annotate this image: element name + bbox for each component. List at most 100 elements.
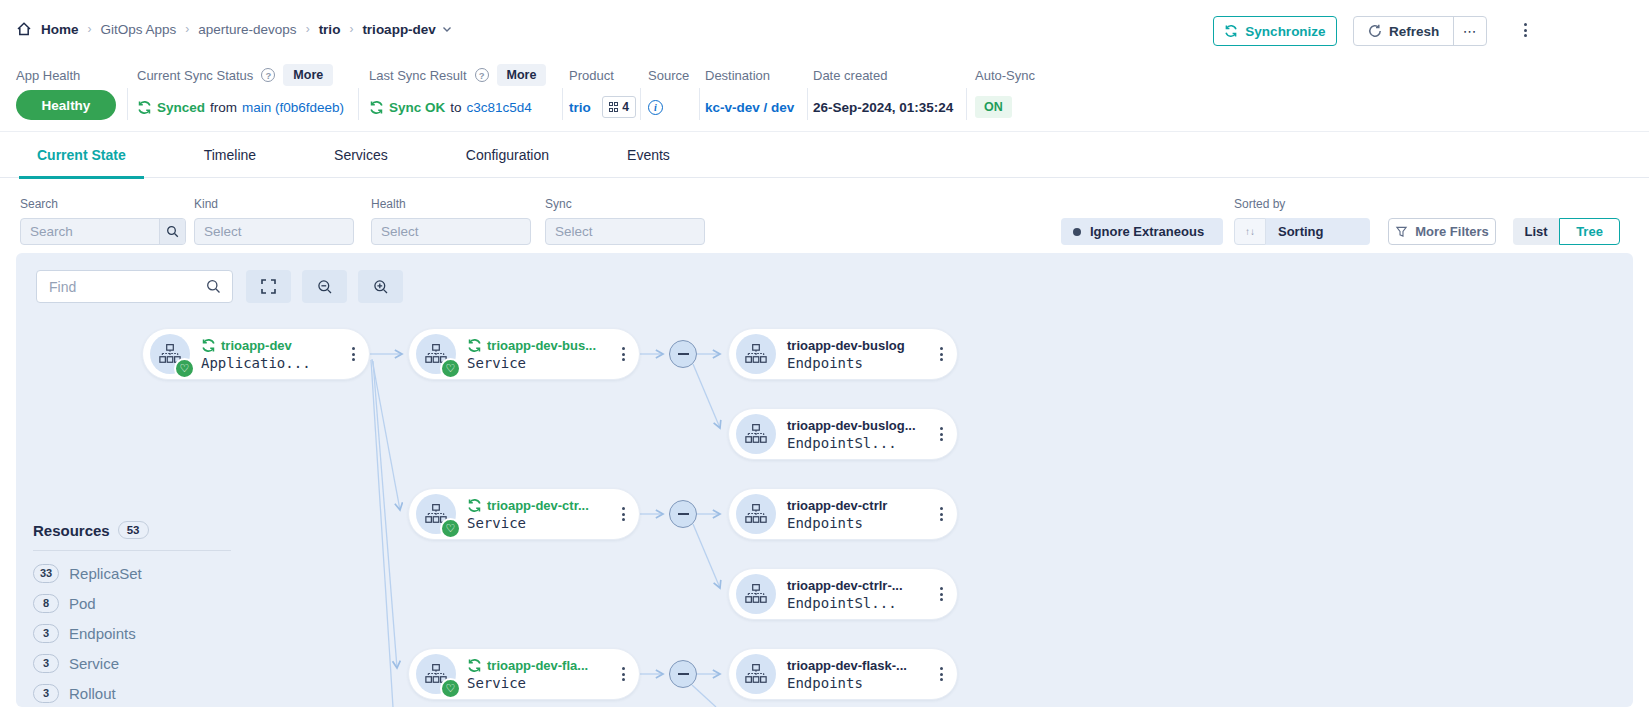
tab-events[interactable]: Events — [609, 131, 688, 178]
last-sync-commit-link[interactable]: c3c81c5d4 — [467, 100, 532, 115]
resource-kind-label: Rollout — [69, 685, 116, 702]
node-kind: Endpoints — [787, 515, 932, 531]
breadcrumb-project[interactable]: aperture-devops — [198, 22, 296, 37]
refresh-button[interactable]: Refresh ⋯ — [1353, 16, 1487, 46]
node-menu-button[interactable] — [940, 347, 943, 361]
synchronize-button[interactable]: Synchronize — [1213, 16, 1337, 46]
resource-kind-item[interactable]: 3Service — [33, 648, 248, 678]
breadcrumb-app-group[interactable]: trio — [319, 22, 341, 37]
view-toggle: List Tree — [1513, 218, 1620, 245]
divider — [807, 88, 808, 120]
kubernetes-resource-icon — [736, 414, 776, 454]
sync-select[interactable]: Select — [545, 218, 705, 245]
chevron-down-icon[interactable] — [442, 26, 452, 33]
tree-node-l1[interactable]: trioapp-dev-buslogEndpoints — [728, 328, 958, 380]
resource-kind-item[interactable]: 3Rollout — [33, 678, 248, 707]
kind-select[interactable]: Select — [194, 218, 354, 245]
resources-total-badge: 53 — [118, 521, 149, 539]
collapse-node-button[interactable] — [669, 340, 697, 368]
sync-icon — [467, 498, 482, 513]
fullscreen-button[interactable] — [246, 270, 291, 303]
node-menu-button[interactable] — [940, 587, 943, 601]
tree-node-root[interactable]: ♡trioapp-devApplicatio... — [142, 328, 370, 380]
search-input[interactable]: Search — [20, 218, 186, 245]
help-icon[interactable]: ? — [475, 68, 489, 82]
more-filters-button[interactable]: More Filters — [1388, 218, 1496, 245]
tab-current-state[interactable]: Current State — [19, 131, 144, 178]
sync-icon — [201, 338, 216, 353]
healthy-heart-badge: ♡ — [440, 678, 461, 699]
product-link[interactable]: trio — [569, 100, 591, 115]
view-list-button[interactable]: List — [1513, 218, 1559, 245]
node-menu-button[interactable] — [622, 347, 625, 361]
node-name: trioapp-dev-ctrlr-... — [787, 578, 903, 593]
node-menu-button[interactable] — [940, 667, 943, 681]
node-name: trioapp-dev-ctr... — [487, 498, 589, 513]
healthy-heart-badge: ♡ — [440, 518, 461, 539]
tree-node-l2[interactable]: trioapp-dev-buslog... EndpointSl... — [728, 408, 958, 460]
breadcrumb-separator: › — [185, 22, 189, 36]
app-health-status-badge: Healthy — [16, 90, 116, 120]
page-menu-button[interactable] — [1524, 23, 1527, 37]
current-sync-status-label: Current Sync Status — [137, 68, 253, 83]
kubernetes-resource-icon — [736, 334, 776, 374]
zoom-out-button[interactable] — [302, 270, 347, 303]
destination-link[interactable]: kc-v-dev / dev — [705, 100, 794, 115]
breadcrumb-home[interactable]: Home — [41, 22, 79, 37]
collapse-node-button[interactable] — [669, 500, 697, 528]
sort-direction-icon[interactable]: ↑↓ — [1234, 218, 1266, 245]
sorting-control[interactable]: ↑↓ Sorting — [1234, 218, 1370, 245]
tree-node-s3[interactable]: ♡trioapp-dev-fla...Service — [408, 648, 640, 700]
view-tree-button[interactable]: Tree — [1559, 218, 1620, 245]
refresh-more-button[interactable]: ⋯ — [1453, 17, 1486, 45]
tree-node-l4[interactable]: trioapp-dev-ctrlr-...EndpointSl... — [728, 568, 958, 620]
sorting-select[interactable]: Sorting — [1266, 218, 1370, 245]
tree-node-s1[interactable]: ♡trioapp-dev-bus...Service — [408, 328, 640, 380]
sync-status-more-button[interactable]: More — [283, 64, 333, 86]
divider — [33, 550, 231, 551]
node-kind: Applicatio... — [201, 355, 344, 371]
last-sync-more-button[interactable]: More — [497, 64, 547, 86]
find-input[interactable]: Find — [36, 270, 233, 303]
resource-count-badge: 3 — [33, 654, 59, 673]
resource-kind-item[interactable]: 8Pod — [33, 588, 248, 618]
help-icon[interactable]: ? — [261, 68, 275, 82]
health-select[interactable]: Select — [371, 218, 531, 245]
resource-count-badge: 33 — [33, 564, 59, 583]
resource-kind-label: Endpoints — [69, 625, 136, 642]
product-env-chip[interactable]: 4 — [602, 96, 636, 118]
status-col-date-created: Date created 26-Sep-2024, 01:35:24 — [813, 62, 953, 122]
tree-node-s2[interactable]: ♡trioapp-dev-ctr...Service — [408, 488, 640, 540]
tree-node-l5[interactable]: trioapp-dev-flask-...Endpoints — [728, 648, 958, 700]
search-icon — [206, 279, 232, 294]
sync-commit-link[interactable]: main (f0b6fdeeb) — [242, 100, 344, 115]
resource-tree-canvas[interactable]: Find Resources 53 33ReplicaSet8Pod3Endpo… — [16, 253, 1633, 707]
tab-services[interactable]: Services — [316, 131, 406, 178]
node-menu-button[interactable] — [622, 667, 625, 681]
kubernetes-resource-icon: ♡ — [150, 334, 190, 374]
resources-panel: Resources 53 33ReplicaSet8Pod3Endpoints3… — [33, 521, 248, 707]
ignore-extraneous-toggle[interactable]: Ignore Extraneous — [1061, 218, 1223, 245]
node-kind: Endpoints — [787, 675, 932, 691]
node-menu-button[interactable] — [940, 427, 943, 441]
node-menu-button[interactable] — [352, 347, 355, 361]
home-icon[interactable] — [16, 21, 32, 37]
resource-kind-item[interactable]: 3Endpoints — [33, 618, 248, 648]
node-menu-button[interactable] — [940, 507, 943, 521]
node-name: trioapp-dev-buslog... — [787, 418, 916, 433]
divider — [640, 88, 641, 120]
breadcrumb-gitops-apps[interactable]: GitOps Apps — [101, 22, 177, 37]
node-menu-button[interactable] — [622, 507, 625, 521]
node-kind: EndpointSl... — [787, 435, 932, 451]
divider — [562, 88, 563, 120]
tree-node-l3[interactable]: trioapp-dev-ctrlrEndpoints — [728, 488, 958, 540]
info-icon[interactable]: i — [648, 100, 663, 115]
collapse-node-button[interactable] — [669, 660, 697, 688]
tab-configuration[interactable]: Configuration — [448, 131, 567, 178]
search-icon[interactable] — [159, 219, 185, 244]
resource-kind-item[interactable]: 33ReplicaSet — [33, 558, 248, 588]
breadcrumb-app[interactable]: trioapp-dev — [362, 22, 436, 37]
search-filter-label: Search — [20, 197, 58, 211]
zoom-in-button[interactable] — [358, 270, 403, 303]
tab-timeline[interactable]: Timeline — [186, 131, 274, 178]
